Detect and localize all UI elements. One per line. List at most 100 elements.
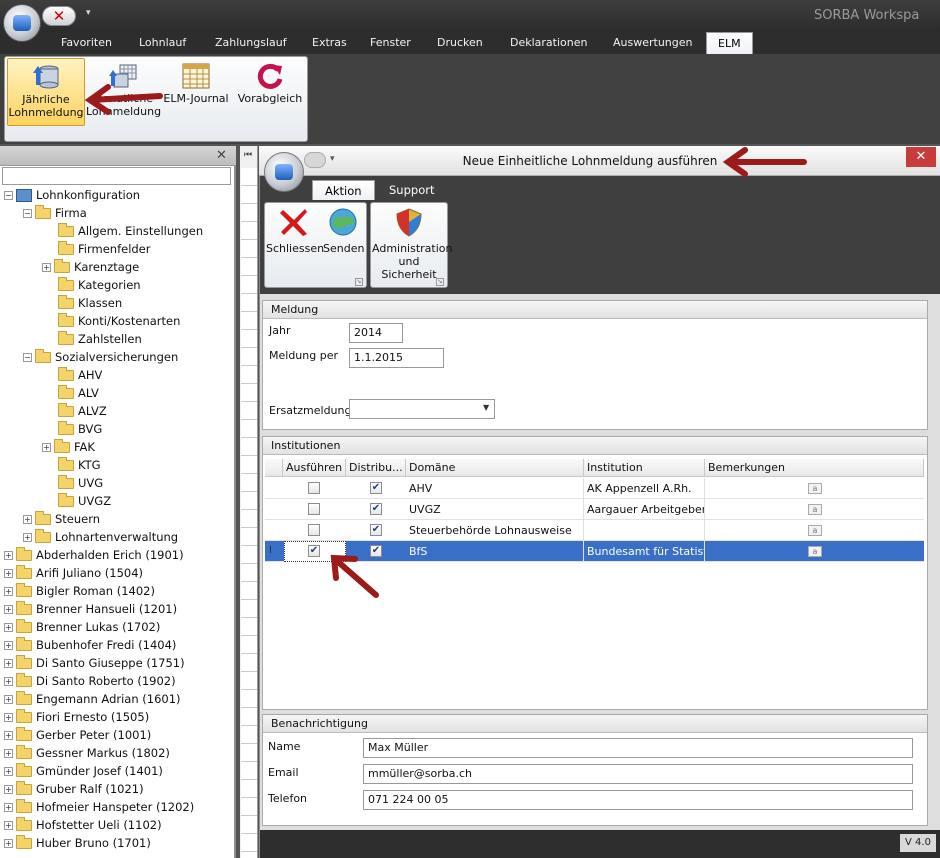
tree-node-sozial-item[interactable]: KTG: [58, 456, 101, 474]
dialog-app-menu-button[interactable]: [264, 152, 304, 192]
tree-node-employee[interactable]: + Huber Bruno (1701): [4, 834, 151, 852]
tree-node-firma-item[interactable]: Klassen: [58, 294, 122, 312]
expand-icon[interactable]: +: [4, 749, 13, 758]
tree-node-employee[interactable]: + Fiori Ernesto (1505): [4, 708, 149, 726]
tree-node-employee[interactable]: + Bubenhofer Fredi (1404): [4, 636, 176, 654]
dialog-quick-access-dropdown-icon[interactable]: ▾: [330, 154, 335, 164]
ersatzmeldung-select[interactable]: [349, 399, 495, 419]
ausfuehren-checkbox[interactable]: [308, 503, 320, 515]
tab-extras[interactable]: Extras: [310, 32, 349, 54]
telefon-field[interactable]: 071 224 00 05: [363, 790, 913, 810]
tab-aktion[interactable]: Aktion: [312, 180, 375, 200]
expand-icon[interactable]: +: [42, 263, 51, 272]
tab-fenster[interactable]: Fenster: [368, 32, 413, 54]
tab-lohnlauf[interactable]: Lohnlauf: [137, 32, 188, 54]
dialog-quick-access-button[interactable]: [304, 152, 326, 168]
tab-deklarationen[interactable]: Deklarationen: [508, 32, 589, 54]
tree-node-sozial-item[interactable]: AHV: [58, 366, 102, 384]
app-menu-button[interactable]: [3, 4, 41, 42]
collapse-icon[interactable]: −: [23, 209, 32, 218]
expand-icon[interactable]: +: [4, 731, 13, 740]
group-launcher-icon[interactable]: ↘: [436, 278, 444, 286]
expand-icon[interactable]: +: [4, 677, 13, 686]
expand-icon[interactable]: +: [4, 803, 13, 812]
tree-node-employee[interactable]: + Brenner Lukas (1702): [4, 618, 160, 636]
expand-icon[interactable]: +: [4, 551, 13, 560]
close-dialog-button[interactable]: Schliessen: [266, 206, 324, 255]
tree-node-employee[interactable]: + Arifi Juliano (1504): [4, 564, 143, 582]
tree-node-firma-item[interactable]: Firmenfelder: [58, 240, 151, 258]
tree-node-sozial-item[interactable]: UVGZ: [58, 492, 111, 510]
tree-node-sozial-item[interactable]: ALV: [58, 384, 99, 402]
expand-icon[interactable]: +: [42, 443, 51, 452]
tab-support[interactable]: Support: [389, 180, 434, 200]
column-bemerkungen[interactable]: Bemerkungen: [705, 459, 924, 477]
monthly-wage-report-button[interactable]: Monatliche Lohnmeldung: [86, 58, 161, 126]
tree-node-employee[interactable]: + Abderhalden Erich (1901): [4, 546, 184, 564]
tree-node-employee[interactable]: + Di Santo Roberto (1902): [4, 672, 176, 690]
expand-icon[interactable]: +: [23, 533, 32, 542]
tree-node-sozial-item[interactable]: BVG: [58, 420, 102, 438]
tree-node-firma-item[interactable]: + Karenztage: [42, 258, 139, 276]
tree-node-sozial-item[interactable]: UVG: [58, 474, 103, 492]
tree-node-employee[interactable]: + Brenner Hansueli (1201): [4, 600, 177, 618]
tree-node-employee[interactable]: + Engemann Adrian (1601): [4, 690, 181, 708]
note-icon[interactable]: a: [808, 483, 822, 494]
chevron-down-icon[interactable]: ▼: [483, 403, 489, 412]
tree-node-sozial-item[interactable]: + FAK: [42, 438, 95, 456]
expand-icon[interactable]: +: [4, 767, 13, 776]
expand-icon[interactable]: +: [4, 569, 13, 578]
expand-icon[interactable]: +: [4, 695, 13, 704]
expand-icon[interactable]: +: [4, 821, 13, 830]
column-distribution[interactable]: Distribu...: [346, 459, 406, 477]
tree-node-lohnkonfiguration[interactable]: − Lohnkonfiguration: [4, 186, 140, 204]
meldung-per-field[interactable]: 1.1.2015: [349, 348, 444, 368]
tree-node-employee[interactable]: + Hofmeier Hanspeter (1202): [4, 798, 194, 816]
tree-node-steuern[interactable]: + Steuern: [23, 510, 100, 528]
first-page-icon[interactable]: ⏮: [244, 150, 252, 160]
tab-zahlungslauf[interactable]: Zahlungslauf: [213, 32, 289, 54]
group-launcher-icon[interactable]: ↘: [355, 278, 363, 286]
tree-node-firma-item[interactable]: Zahlstellen: [58, 330, 142, 348]
tree-node-employee[interactable]: + Bigler Roman (1402): [4, 582, 155, 600]
collapse-icon[interactable]: −: [4, 191, 13, 200]
email-field[interactable]: mmüller@sorba.ch: [363, 764, 913, 784]
send-button[interactable]: Senden: [323, 206, 364, 255]
distribution-checkbox[interactable]: ✔: [370, 524, 382, 536]
tree-node-employee[interactable]: + Gessner Markus (1802): [4, 744, 170, 762]
expand-icon[interactable]: +: [4, 785, 13, 794]
column-institution[interactable]: Institution: [584, 459, 705, 477]
dialog-close-button[interactable]: ✕: [906, 147, 936, 167]
ausfuehren-checkbox[interactable]: [308, 482, 320, 494]
tree-node-sozial-item[interactable]: ALVZ: [58, 402, 107, 420]
expand-icon[interactable]: +: [4, 659, 13, 668]
tree-node-employee[interactable]: + Gmünder Josef (1401): [4, 762, 163, 780]
tree-node-employee[interactable]: + Gerber Peter (1001): [4, 726, 151, 744]
note-icon[interactable]: a: [808, 504, 822, 515]
expand-icon[interactable]: +: [23, 515, 32, 524]
tree-node-firma-item[interactable]: Konti/Kostenarten: [58, 312, 180, 330]
expand-icon[interactable]: +: [4, 623, 13, 632]
expand-icon[interactable]: +: [4, 587, 13, 596]
quick-access-close-button[interactable]: ✕: [42, 6, 76, 26]
expand-icon[interactable]: +: [4, 605, 13, 614]
tree-node-employee[interactable]: + Hofstetter Ueli (1102): [4, 816, 162, 834]
jahr-field[interactable]: 2014: [349, 323, 403, 343]
tree-node-firma-item[interactable]: Kategorien: [58, 276, 141, 294]
tree-node-firma-item[interactable]: Allgem. Einstellungen: [58, 222, 203, 240]
collapse-icon[interactable]: −: [23, 353, 32, 362]
expand-icon[interactable]: +: [4, 839, 13, 848]
tree-node-lohnartenverwaltung[interactable]: + Lohnartenverwaltung: [23, 528, 178, 546]
note-icon[interactable]: a: [808, 546, 822, 557]
close-icon[interactable]: ✕: [216, 148, 227, 163]
expand-icon[interactable]: +: [4, 713, 13, 722]
ausfuehren-checkbox[interactable]: [308, 524, 320, 536]
distribution-checkbox[interactable]: ✔: [370, 545, 382, 557]
note-icon[interactable]: a: [808, 525, 822, 536]
tree-node-employee[interactable]: + Di Santo Giuseppe (1751): [4, 654, 185, 672]
distribution-checkbox[interactable]: ✔: [370, 482, 382, 494]
expand-icon[interactable]: +: [4, 641, 13, 650]
tab-auswertungen[interactable]: Auswertungen: [611, 32, 695, 54]
name-field[interactable]: Max Müller: [363, 738, 913, 758]
column-domaene[interactable]: Domäne: [406, 459, 584, 477]
